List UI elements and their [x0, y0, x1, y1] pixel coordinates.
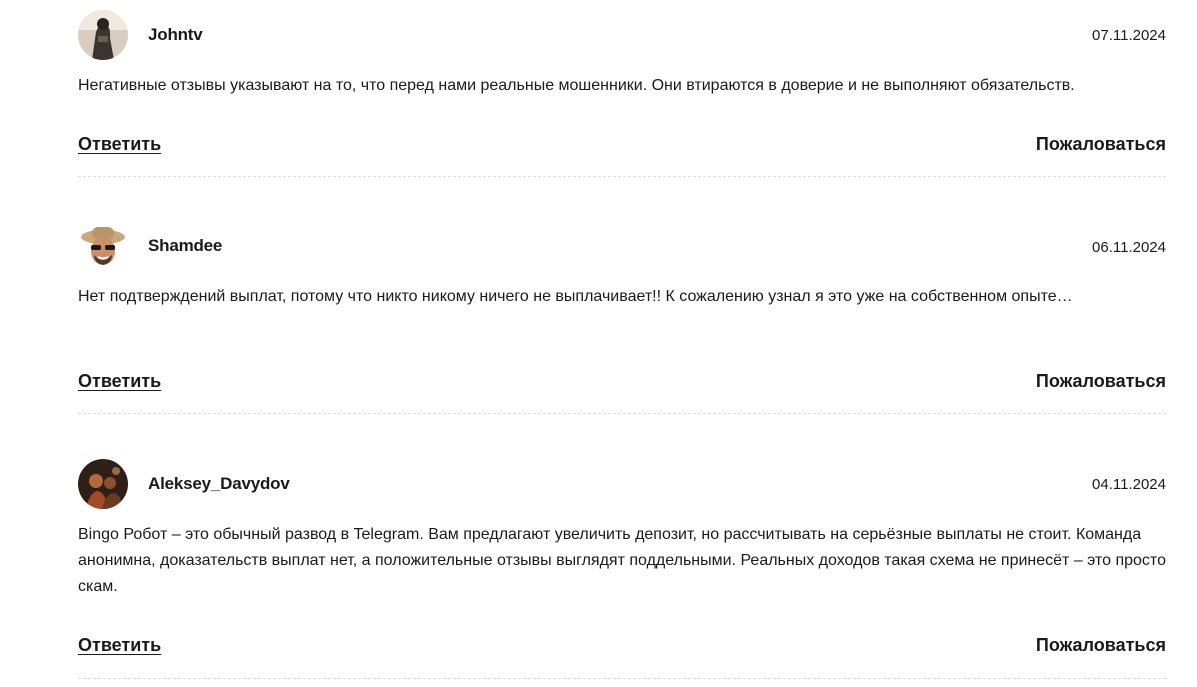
comment-date: 07.11.2024: [1092, 27, 1166, 44]
avatar: [78, 10, 128, 60]
comment-text: Нет подтверждений выплат, потому что ник…: [78, 288, 1073, 305]
comment-date: 06.11.2024: [1092, 239, 1166, 256]
comment-date: 04.11.2024: [1092, 476, 1166, 493]
divider: [78, 678, 1166, 679]
report-button[interactable]: Пожаловаться: [1036, 635, 1166, 656]
reply-link[interactable]: Ответить: [78, 371, 161, 392]
divider: [78, 176, 1166, 177]
reply-link[interactable]: Ответить: [78, 635, 161, 656]
comment-text: Негативные отзывы указывают на то, что п…: [78, 77, 1075, 94]
comment-author[interactable]: Aleksey_Davydov: [148, 474, 290, 494]
avatar: [78, 221, 128, 271]
comment-author[interactable]: Johntv: [148, 25, 203, 45]
report-button[interactable]: Пожаловаться: [1036, 134, 1166, 155]
comment-text: Bingo Робот – это обычный развод в Teleg…: [78, 526, 1166, 595]
reply-link[interactable]: Ответить: [78, 134, 161, 155]
avatar: [78, 459, 128, 509]
report-button[interactable]: Пожаловаться: [1036, 371, 1166, 392]
divider: [78, 413, 1166, 414]
comment-author[interactable]: Shamdee: [148, 236, 222, 256]
